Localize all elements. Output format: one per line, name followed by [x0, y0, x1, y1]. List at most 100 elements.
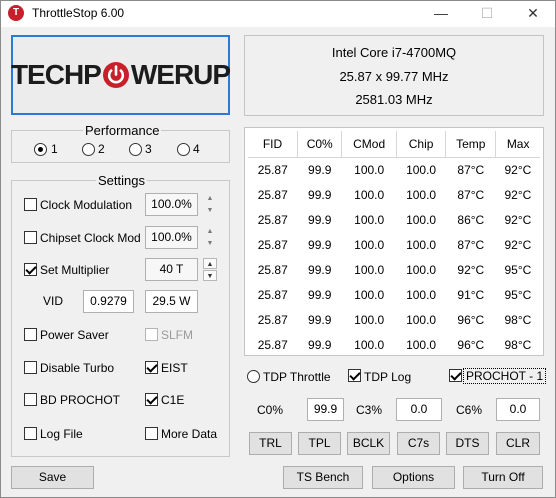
options-button[interactable]: Options [372, 466, 455, 489]
profile-3-label: 3 [145, 142, 152, 156]
cell-temp: 96°C [445, 307, 496, 332]
cell-max: 92°C [495, 157, 540, 182]
prochot-label-wrap: PROCHOT - 1 [463, 368, 547, 384]
slfm-checkbox[interactable] [145, 328, 158, 341]
bd-prochot-checkbox[interactable] [24, 393, 37, 406]
profile-2-radio[interactable] [82, 143, 95, 156]
cell-c0: 99.9 [297, 307, 342, 332]
header-cmod: CMod [341, 131, 397, 158]
eist-checkbox[interactable] [145, 361, 158, 374]
cell-fid: 25.87 [248, 257, 298, 282]
close-icon[interactable]: ✕ [510, 2, 556, 24]
tdp-log-label: TDP Log [364, 370, 412, 384]
cell-temp: 86°C [445, 207, 496, 232]
cpu-multiplier: 25.87 x 99.77 MHz [339, 69, 449, 84]
ts-bench-button[interactable]: TS Bench [283, 466, 363, 489]
set-multiplier-label: Set Multiplier [40, 263, 110, 277]
cell-max: 92°C [504, 237, 532, 252]
cell-chip: 100.0 [396, 157, 446, 182]
settings-group [11, 180, 230, 457]
eist-label: EIST [161, 361, 188, 375]
cell-chip: 100.0 [406, 237, 437, 252]
log-file-checkbox[interactable] [24, 427, 37, 440]
header-chip: Chip [396, 131, 447, 158]
cell-cmod: 100.0 [354, 337, 385, 352]
table-row: 25.87 99.9 100.0 100.0 96°C 98°C [248, 332, 540, 357]
chipset-clock-mod-checkbox[interactable] [24, 231, 37, 244]
techpowerup-logo-button[interactable]: TECHP WERUP [11, 35, 231, 115]
c7s-button[interactable]: C7s [397, 432, 440, 455]
cell-cmod: 100.0 [341, 307, 397, 332]
multiplier-spinner[interactable]: ▲ ▼ [203, 258, 217, 281]
cell-chip: 100.0 [396, 257, 446, 282]
tdp-throttle-radio[interactable] [247, 370, 260, 383]
minimize-icon[interactable]: — [418, 2, 464, 24]
cell-max: 98°C [504, 337, 532, 352]
tpl-button[interactable]: TPL [298, 432, 341, 455]
cell-cmod: 100.0 [354, 187, 385, 202]
header-c0: C0% [297, 131, 343, 158]
turn-off-button[interactable]: Turn Off [463, 466, 543, 489]
chipset-clock-mod-spinner[interactable]: ▲ ▼ [203, 226, 217, 249]
profile-1-radio[interactable] [34, 143, 47, 156]
log-file-label: Log File [40, 427, 83, 441]
clr-button[interactable]: CLR [496, 432, 540, 455]
clock-modulation-value: 100.0% [145, 193, 198, 216]
table-row: 25.87 99.9 100.0 100.0 92°C 95°C [248, 257, 540, 282]
clock-modulation-label: Clock Modulation [40, 198, 133, 212]
more-data-checkbox[interactable] [145, 427, 158, 440]
cell-c0: 99.9 [308, 337, 332, 352]
cell-chip: 100.0 [406, 287, 437, 302]
power-value: 29.5 W [145, 290, 198, 313]
disable-turbo-checkbox[interactable] [24, 361, 37, 374]
prochot-label: PROCHOT - 1 [463, 368, 547, 384]
clock-modulation-checkbox[interactable] [24, 198, 37, 211]
header-fid: FID [248, 131, 298, 158]
cell-fid: 25.87 [257, 237, 288, 252]
cell-c0: 99.9 [308, 237, 332, 252]
c1e-label: C1E [161, 393, 185, 407]
c3-label: C3% [356, 403, 383, 417]
slfm-label: SLFM [161, 328, 194, 342]
cell-fid: 25.87 [257, 337, 288, 352]
cell-temp: 91°C [457, 287, 485, 302]
cell-max: 98°C [495, 307, 540, 332]
cell-fid: 25.87 [257, 187, 288, 202]
profile-3-radio[interactable] [129, 143, 142, 156]
cell-cmod: 100.0 [341, 207, 397, 232]
cell-temp: 87°C [457, 237, 485, 252]
power-saver-checkbox[interactable] [24, 328, 37, 341]
maximize-icon[interactable]: ☐ [464, 2, 510, 24]
window-title: ThrottleStop 6.00 [32, 6, 125, 20]
trl-button[interactable]: TRL [249, 432, 292, 455]
set-multiplier-checkbox[interactable] [24, 263, 37, 276]
more-data-label: More Data [161, 427, 218, 441]
c3-value: 0.0 [396, 398, 442, 421]
dts-button[interactable]: DTS [446, 432, 489, 455]
bd-prochot-label: BD PROCHOT [40, 393, 121, 407]
prochot-checkbox[interactable] [449, 369, 462, 382]
cell-temp: 87°C [457, 187, 485, 202]
techpowerup-logo: TECHP WERUP [11, 59, 231, 91]
save-button[interactable]: Save [11, 466, 94, 489]
clock-modulation-spinner[interactable]: ▲ ▼ [203, 193, 217, 216]
logo-text-part2: WERUP [130, 59, 231, 90]
cpu-name: Intel Core i7-4700MQ [331, 45, 457, 60]
c1e-checkbox[interactable] [145, 393, 158, 406]
cell-max: 92°C [495, 207, 540, 232]
disable-turbo-label: Disable Turbo [40, 361, 115, 375]
bclk-button[interactable]: BCLK [347, 432, 390, 455]
cpu-frequency: 2581.03 MHz [355, 92, 433, 107]
cell-max: 95°C [504, 287, 532, 302]
cell-temp: 96°C [457, 337, 485, 352]
cell-fid: 25.87 [248, 307, 298, 332]
performance-title: Performance [83, 123, 162, 138]
header-max: Max [495, 131, 540, 158]
cell-c0: 99.9 [308, 187, 332, 202]
cpu-info-panel: Intel Core i7-4700MQ 25.87 x 99.77 MHz 2… [244, 35, 544, 116]
tdp-log-checkbox[interactable] [348, 369, 361, 382]
cell-c0: 99.9 [297, 257, 342, 282]
cell-chip: 100.0 [406, 187, 437, 202]
profile-4-radio[interactable] [177, 143, 190, 156]
cell-cmod: 100.0 [354, 287, 385, 302]
